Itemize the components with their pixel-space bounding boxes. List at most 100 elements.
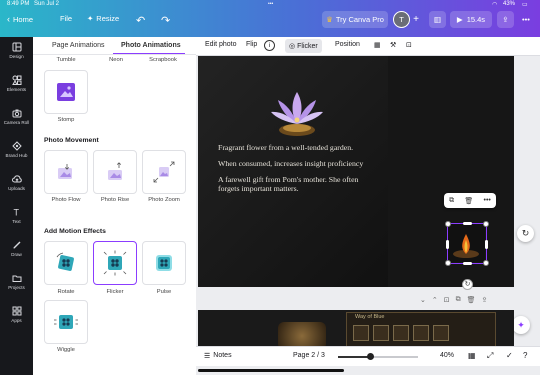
inventory-title: Way of Blue [355, 314, 385, 320]
tab-photo-animations[interactable]: Photo Animations [121, 42, 181, 49]
flip-button[interactable]: Flip [246, 41, 257, 48]
chevron-up-icon[interactable]: ⌃ [432, 296, 438, 304]
sidebar-item-brand-hub[interactable]: Brand Hub [0, 141, 33, 158]
page-controls: ⌄ ⌃ ⊡ ⧉ 🗑 ⇪ [420, 296, 487, 304]
sparkle-icon: ✦ [517, 320, 525, 330]
zoom-slider[interactable] [338, 353, 418, 360]
flicker-animation-button[interactable]: ◎ Flicker [285, 39, 322, 53]
multitask-dots: ••• [268, 1, 274, 7]
resize-handle-left[interactable] [446, 240, 449, 249]
sidebar-item-camera-roll[interactable]: Camera Roll [0, 108, 33, 125]
description-line-3a[interactable]: A farewell gift from Pom's mother. She o… [218, 175, 358, 184]
page-duplicate-icon[interactable]: ⧉ [456, 296, 461, 304]
more-icon[interactable]: ••• [484, 197, 491, 204]
resize-handle-br[interactable] [483, 260, 489, 266]
play-button[interactable]: ▶ 15.4s [450, 11, 492, 28]
sidebar-item-elements[interactable]: Elements [0, 75, 33, 92]
description-line-2[interactable]: When consumed, increases insight profici… [218, 159, 363, 168]
fullscreen-icon[interactable]: ⤢ [487, 351, 493, 361]
share-icon: ⇪ [502, 15, 509, 24]
edit-photo-button[interactable]: Edit photo [205, 41, 237, 48]
pulse-tile[interactable] [142, 241, 186, 285]
neon-label[interactable]: Neon [89, 57, 143, 63]
rotate-label: Rotate [57, 289, 75, 295]
analytics-button[interactable]: ▥ [429, 11, 446, 28]
selected-photo[interactable] [445, 221, 489, 266]
rotate-handle[interactable]: ↻ [462, 279, 473, 290]
chevron-down-icon[interactable]: ⌄ [420, 296, 426, 304]
add-collaborator-button[interactable]: + [409, 11, 423, 28]
page-indicator[interactable]: Page 2 / 3 [293, 352, 325, 359]
page-add-icon[interactable]: ⇪ [482, 296, 488, 304]
sidebar-item-uploads[interactable]: Uploads [0, 174, 33, 191]
animation-panel: Page Animations Photo Animations Tumble … [33, 37, 196, 375]
page-delete-icon[interactable]: 🗑 [467, 296, 476, 304]
notes-icon: ☰ [204, 353, 211, 360]
page-lock-icon[interactable]: ⊡ [444, 296, 450, 304]
resize-handle-right[interactable] [485, 240, 488, 249]
photo-zoom-tile[interactable] [142, 150, 186, 194]
share-button[interactable]: ⇪ [497, 11, 514, 28]
flicker-tile[interactable] [93, 241, 137, 285]
undo-button[interactable]: ↶ [136, 14, 145, 27]
scrapbook-label[interactable]: Scrapbook [136, 57, 190, 63]
magic-assistant-button[interactable]: ✦ [512, 316, 530, 334]
redo-button[interactable]: ↷ [161, 14, 170, 27]
transparency-icon[interactable]: ▦ [374, 41, 381, 49]
design-page-1[interactable]: Fragrant flower from a well-tended garde… [198, 56, 514, 287]
home-button[interactable]: ‹ Home [7, 14, 33, 24]
resize-handle-tl[interactable] [445, 221, 451, 227]
avatar-initial: T [399, 15, 404, 24]
sidebar-item-projects[interactable]: Projects [0, 273, 33, 290]
inventory-slot [433, 325, 449, 341]
photo-flow-tile[interactable] [44, 150, 88, 194]
sidebar-item-design[interactable]: Design [0, 42, 33, 59]
description-line-3b[interactable]: forgets important matters. [218, 184, 299, 193]
photo-rise-tile[interactable] [93, 150, 137, 194]
inventory-slot [393, 325, 409, 341]
position-button[interactable]: Position [335, 41, 360, 48]
duplicate-icon[interactable]: ⧉ [449, 197, 454, 205]
zoom-slider-fill [338, 356, 370, 358]
info-icon[interactable]: i [264, 40, 275, 51]
context-toolbar: Edit photo Flip i ◎ Flicker Position ▦ ⚒… [196, 37, 540, 56]
resize-handle-top[interactable] [463, 222, 472, 225]
try-canva-pro-button[interactable]: ♛ Try Canva Pro [322, 11, 388, 28]
tumble-label[interactable]: Tumble [39, 57, 93, 63]
refresh-button[interactable]: ↻ [517, 225, 534, 242]
tab-page-animations[interactable]: Page Animations [52, 42, 105, 49]
undo-icon: ↶ [136, 15, 146, 27]
sidebar-item-apps[interactable]: Apps [0, 306, 33, 323]
try-pro-label: Try Canva Pro [335, 15, 384, 24]
notes-button[interactable]: ☰ Notes [204, 352, 232, 360]
description-line-1[interactable]: Fragrant flower from a well-tended garde… [218, 143, 353, 152]
rotate-tile[interactable] [44, 241, 88, 285]
resize-handle-bl[interactable] [445, 260, 451, 266]
resize-handle-tr[interactable] [483, 221, 489, 227]
cloud-upload-icon [11, 175, 22, 183]
svg-text:T: T [13, 208, 19, 218]
grid-view-icon[interactable]: ▦ [468, 351, 476, 360]
more-options-button[interactable]: ••• [518, 11, 534, 28]
avatar[interactable]: T [393, 11, 410, 28]
delete-icon[interactable]: 🗑 [464, 197, 473, 205]
left-sidebar: Design Elements Camera Roll Brand Hub Up… [0, 37, 33, 375]
sidebar-item-text[interactable]: T Text [0, 207, 33, 225]
zoom-level[interactable]: 40% [440, 352, 454, 359]
sidebar-label: Camera Roll [3, 120, 30, 125]
wiggle-tile[interactable] [44, 300, 88, 344]
resize-handle-bottom[interactable] [463, 262, 472, 265]
rotate-icon [56, 252, 74, 271]
sidebar-item-draw[interactable]: Draw [0, 240, 33, 257]
check-icon[interactable]: ✓ [506, 351, 513, 360]
file-menu-button[interactable]: File [60, 14, 72, 23]
help-icon[interactable]: ? [523, 351, 527, 360]
resize-button[interactable]: ✦ Resize [87, 14, 119, 23]
stomp-tile[interactable] [44, 70, 88, 114]
bottom-bar: ☰ Notes Page 2 / 3 40% ▦ ⤢ ✓ ? [196, 346, 540, 366]
lock-icon[interactable]: ⊡ [406, 41, 412, 49]
paint-roller-icon[interactable]: ⚒ [390, 41, 396, 49]
design-page-2[interactable]: Way of Blue [198, 310, 514, 350]
resize-label: Resize [96, 14, 120, 23]
zoom-slider-thumb[interactable] [366, 353, 374, 360]
